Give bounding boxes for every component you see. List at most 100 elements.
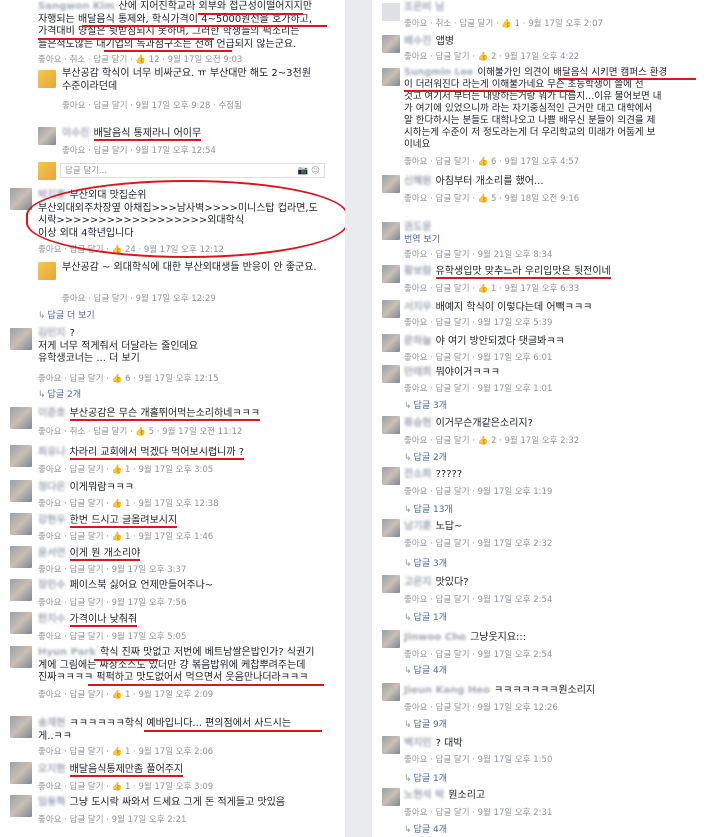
comment-meta[interactable]: 좋아요 · 답글 달기 · 9월 17일 오후 2:31 [404,806,552,818]
commenter-name[interactable]: 오지현 [38,764,66,775]
comment-meta[interactable]: 좋아요 · 답글 달기 · 9월 17일 오후 1:01 [404,382,552,394]
avatar[interactable] [10,328,32,350]
avatar[interactable] [10,546,32,568]
commenter-name[interactable]: 서지우 [404,302,432,313]
avatar[interactable] [10,716,32,738]
comment-meta[interactable]: 좋아요 · 답글 달기 · 9월 17일 오후 6:01 [404,351,552,363]
comment-meta[interactable]: 좋아요 · 답글 달기 · 👍 1 · 9월 17일 오후 3:09 [38,780,213,792]
commenter-name[interactable]: 백지민 [404,738,432,749]
commenter-name[interactable]: 송재현 [38,718,66,729]
comment-meta[interactable]: 좋아요 · 답글 달기 · 9월 17일 오후 2:54 [404,593,552,605]
commenter-name[interactable]: 배수진 [404,36,432,47]
comment-meta[interactable]: 좋아요 · 답글 달기 · 9월 21일 오후 8:34 [404,248,552,260]
comment-meta[interactable]: 좋아요 · 답글 달기 · 👍 2 · 9월 17일 오후 2:32 [404,434,579,446]
commenter-name[interactable]: 이수진 [62,128,90,139]
comment-meta[interactable]: 좋아요 · 답글 달기 · 9월 17일 오후 1:19 [404,485,552,497]
comment-meta[interactable]: 좋아요 · 취소 · 답글 달기 · 👍 5 · 9월 17일 오전 11:12 [38,425,242,437]
comment-meta[interactable]: 좋아요 · 답글 달기 · 👍 1 · 9월 17일 오후 1:46 [38,530,213,542]
commenter-name[interactable]: Hyun Park [38,647,96,658]
avatar[interactable] [10,795,32,817]
comment-meta[interactable]: 좋아요 · 답글 달기 · 👍 6 · 9월 17일 오후 4:57 [404,155,579,167]
avatar[interactable] [10,407,32,429]
comment-meta[interactable]: 좋아요 · 답글 달기 · 9월 17일 오후 1:50 [404,753,552,765]
comment-meta[interactable]: 좋아요 · 답글 달기 · 9월 17일 오후 5:05 [38,630,186,642]
avatar[interactable] [38,127,56,145]
avatar[interactable] [10,646,32,668]
comment-meta[interactable]: 좋아요 · 답글 달기 · 👍 1 · 9월 17일 오후 2:06 [38,745,213,757]
avatar[interactable] [382,416,400,434]
commenter-name[interactable]: 최유나 [38,447,66,458]
avatar[interactable] [382,222,400,240]
commenter-name[interactable]: Sangwon Kim [38,1,115,12]
comment-meta[interactable]: 좋아요 · 답글 달기 · 9월 17일 오후 3:37 [38,563,186,575]
replies-count-link[interactable]: ↳ 답글 3개 [404,398,447,411]
replies-count-link[interactable]: ↳ 답글 9개 [404,717,447,730]
commenter-name[interactable]: 윤서연 [38,548,66,559]
comment-meta[interactable]: 좋아요 · 취소 · 답글 달기 · 👍 12 · 9월 17일 오전 9:03 [38,53,242,65]
comment-meta[interactable]: 좋아요 · 답글 달기 · 👍 1 · 9월 17일 오후 2:09 [38,688,213,700]
comment-meta[interactable]: 좋아요 · 답글 달기 · 👍 1 · 9월 17일 오후 12:38 [38,497,219,509]
commenter-name[interactable]: 한지수 [38,614,66,625]
comment-meta[interactable]: 좋아요 · 답글 달기 · 👍 2 · 9월 17일 오후 4:22 [404,50,579,62]
avatar[interactable] [382,683,400,701]
comment-meta[interactable]: 좋아요 · 답글 달기 · 👍 5 · 9월 18일 오전 9:16 [404,192,579,204]
commenter-name[interactable]: 류승현 [404,418,432,429]
comment-meta[interactable]: 좋아요 · 답글 달기 · 👍 1 · 9월 17일 오후 3:05 [38,463,213,475]
reply-meta[interactable]: 좋아요 · 답글 달기 · 9월 17일 오후 12:54 [62,144,216,156]
avatar[interactable] [382,265,400,283]
commenter-name[interactable]: 노현석 박 [404,790,444,801]
avatar[interactable] [382,365,400,383]
avatar[interactable] [10,612,32,634]
more-replies-link[interactable]: ↳ 답글 더 보기 [38,308,95,321]
replies-count-link[interactable]: ↳ 답글 1개 [404,771,447,784]
camera-icon[interactable]: 📷 ☺ [298,164,320,179]
commenter-name[interactable]: 조은비 님 [404,2,444,13]
avatar[interactable] [382,467,400,485]
comment-meta[interactable]: 좋아요 · 답글 달기 · 9월 17일 오후 2:32 [404,537,552,549]
replies-count-link[interactable]: ↳ 답글 13개 [404,502,453,515]
avatar[interactable] [10,579,32,601]
avatar[interactable] [382,788,400,806]
avatar[interactable] [382,300,400,318]
commenter-name[interactable]: 고은지 [404,577,432,588]
commenter-name[interactable]: 남기훈 [404,521,432,532]
commenter-name[interactable]: Jinwoo Cho [404,632,466,643]
commenter-name[interactable]: 신혜원 [404,176,432,187]
avatar[interactable] [382,3,400,21]
commenter-name[interactable]: 안태희 [404,367,432,378]
avatar[interactable] [382,736,400,754]
avatar[interactable] [38,262,56,280]
comment-meta[interactable]: 좋아요 · 답글 달기 · 👍 1 · 9월 17일 오후 6:33 [404,282,579,294]
replies-count-link[interactable]: ↳ 답글 4개 [404,663,447,676]
commenter-name[interactable]: 정다은 [38,482,66,493]
comment-meta[interactable]: 좋아요 · 답글 달기 · 9월 17일 오후 2:54 [404,648,552,660]
replies-count-link[interactable]: ↳ 답글 4개 [404,822,447,835]
avatar[interactable] [382,35,400,53]
avatar[interactable] [10,513,32,535]
commenter-name[interactable]: 권도윤 [404,222,432,233]
reply-meta[interactable]: 좋아요 · 답글 달기 · 9월 17일 오후 9:28 · 수정됨 [62,99,322,111]
avatar[interactable] [382,175,400,193]
avatar[interactable] [382,68,400,86]
commenter-name[interactable]: 임동혁 [38,797,66,808]
commenter-name[interactable]: 전소희 [404,469,432,480]
commenter-name[interactable]: 문하늘 [404,336,432,347]
avatar[interactable] [382,519,400,537]
replies-count-link[interactable]: ↳ 답글 1개 [404,610,447,623]
avatar[interactable] [382,334,400,352]
replies-count-link[interactable]: ↳ 답글 2개 [404,450,447,463]
avatar[interactable] [10,480,32,502]
comment-meta[interactable]: 좋아요 · 취소 · 답글 달기 · 👍 1 · 9월 17일 오후 2:07 [404,17,603,29]
comment-meta[interactable]: 좋아요 · 답글 달기 · 👍 6 · 9월 17일 오후 12:15 [38,372,219,384]
comment-meta[interactable]: 좋아요 · 답글 달기 · 9월 17일 오후 7:56 [38,596,186,608]
avatar[interactable] [10,762,32,784]
commenter-name[interactable]: 강현우 [38,515,66,526]
comment-meta[interactable]: 좋아요 · 답글 달기 · 9월 17일 오후 2:21 [38,813,186,825]
commenter-name[interactable]: 황보람 [404,266,432,277]
replies-count-link[interactable]: ↳ 답글 2개 [38,387,81,400]
comment-meta[interactable]: 좋아요 · 답글 달기 · 9월 17일 오후 12:26 [404,701,558,713]
reply-meta[interactable]: 좋아요 · 답글 달기 · 9월 17일 오후 12:29 [62,292,216,304]
translate-link[interactable]: 번역 보기 [404,234,440,247]
commenter-name[interactable]: 장민수 [38,580,66,591]
avatar[interactable] [382,630,400,648]
